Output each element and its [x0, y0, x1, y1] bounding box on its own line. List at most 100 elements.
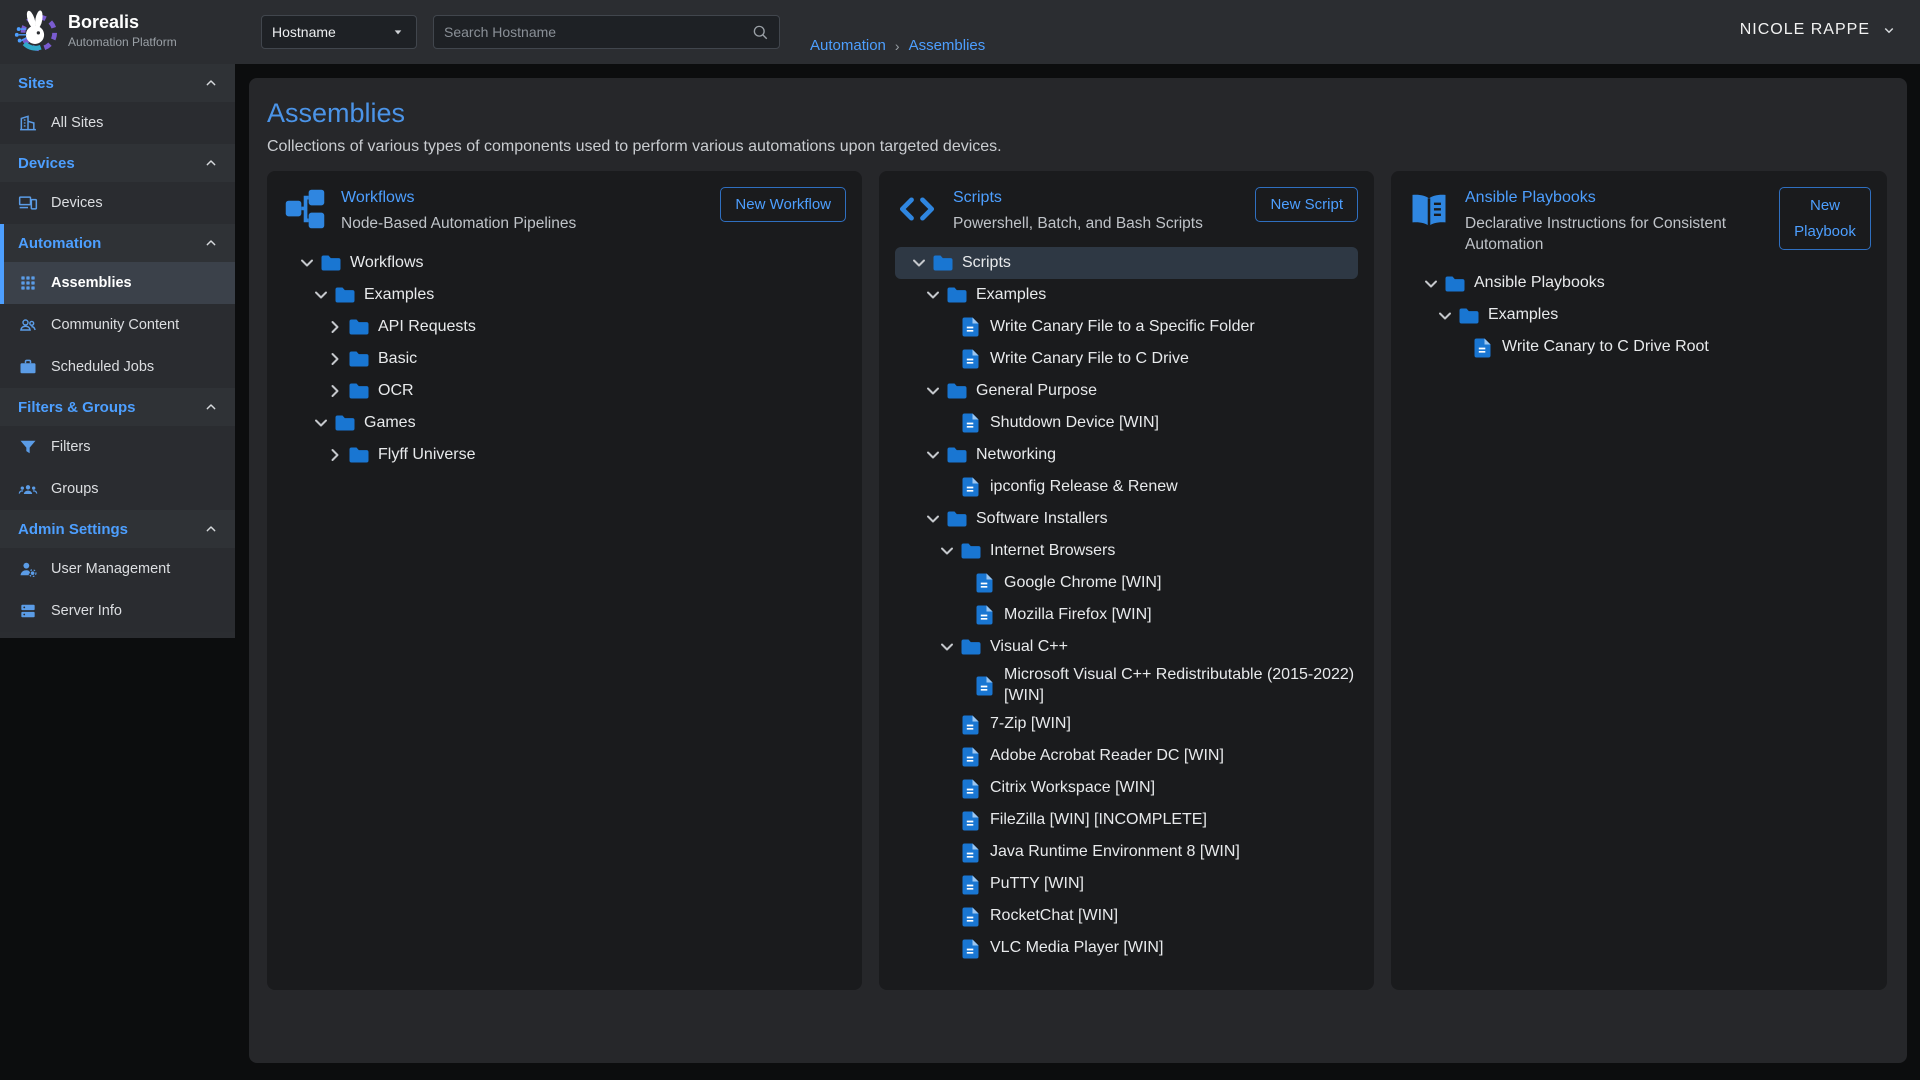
- user-gear-icon: [18, 559, 38, 579]
- chevron-down-icon[interactable]: [935, 635, 959, 659]
- tree-folder-row[interactable]: Internet Browsers: [895, 535, 1358, 567]
- chevron-down-icon[interactable]: [935, 539, 959, 563]
- folder-icon: [347, 347, 371, 371]
- breadcrumb-separator-icon: ›: [895, 38, 900, 54]
- folder-icon: [333, 411, 357, 435]
- tree-file-row[interactable]: FileZilla [WIN] [INCOMPLETE]: [895, 805, 1358, 837]
- card-scripts: ScriptsPowershell, Batch, and Bash Scrip…: [879, 171, 1374, 990]
- chevron-down-icon[interactable]: [295, 251, 319, 275]
- tree-file-row[interactable]: VLC Media Player [WIN]: [895, 933, 1358, 965]
- server-icon: [18, 601, 38, 621]
- tree-file-row[interactable]: Java Runtime Environment 8 [WIN]: [895, 837, 1358, 869]
- sidebar-section-sites[interactable]: Sites: [0, 64, 235, 102]
- tree-folder-row[interactable]: Examples: [1407, 300, 1871, 332]
- chevron-down-icon[interactable]: [921, 443, 945, 467]
- new-script-button[interactable]: New Script: [1255, 187, 1358, 222]
- sidebar-item-devices[interactable]: Devices: [0, 182, 235, 224]
- sidebar-item-filters[interactable]: Filters: [0, 426, 235, 468]
- page-title: Assemblies: [267, 98, 1889, 129]
- tree-file-row[interactable]: Mozilla Firefox [WIN]: [895, 599, 1358, 631]
- tree-file-row[interactable]: ipconfig Release & Renew: [895, 471, 1358, 503]
- chevron-down-icon[interactable]: [921, 379, 945, 403]
- tree-indent-spacer: [949, 571, 973, 595]
- tree-file-row[interactable]: Write Canary to C Drive Root: [1407, 332, 1871, 364]
- user-menu[interactable]: NICOLE RAPPE: [1740, 21, 1898, 39]
- sidebar-item-all-sites[interactable]: All Sites: [0, 102, 235, 144]
- sidebar-item-groups[interactable]: Groups: [0, 468, 235, 510]
- tree-file-row[interactable]: Google Chrome [WIN]: [895, 567, 1358, 599]
- filter-icon: [18, 437, 38, 457]
- tree-folder-row[interactable]: Basic: [283, 343, 846, 375]
- chevron-right-icon[interactable]: [323, 443, 347, 467]
- card-titles: Ansible PlaybooksDeclarative Instruction…: [1465, 187, 1765, 256]
- new-playbook-button[interactable]: New Playbook: [1779, 187, 1871, 250]
- tree-file-row[interactable]: Write Canary File to a Specific Folder: [895, 311, 1358, 343]
- tree-item-label: Adobe Acrobat Reader DC [WIN]: [990, 744, 1224, 769]
- sidebar-item-assemblies[interactable]: Assemblies: [0, 262, 235, 304]
- tree-file-row[interactable]: Citrix Workspace [WIN]: [895, 773, 1358, 805]
- file-icon: [959, 777, 983, 801]
- breadcrumb-automation[interactable]: Automation: [810, 37, 886, 54]
- breadcrumb-assemblies[interactable]: Assemblies: [909, 37, 986, 54]
- sidebar-section-automation[interactable]: Automation: [0, 224, 235, 262]
- tree-folder-row[interactable]: Scripts: [895, 247, 1358, 279]
- hostname-select[interactable]: Hostname: [261, 15, 417, 49]
- tree-item-label: Examples: [1488, 303, 1558, 328]
- tree-file-row[interactable]: 7-Zip [WIN]: [895, 709, 1358, 741]
- sidebar-item-scheduled-jobs[interactable]: Scheduled Jobs: [0, 346, 235, 388]
- card-titles: ScriptsPowershell, Batch, and Bash Scrip…: [953, 187, 1241, 235]
- tree-folder-row[interactable]: Workflows: [283, 247, 846, 279]
- tree-item-label: General Purpose: [976, 379, 1097, 404]
- tree-item-label: Shutdown Device [WIN]: [990, 411, 1159, 436]
- tree-file-row[interactable]: RocketChat [WIN]: [895, 901, 1358, 933]
- sidebar-item-user-management[interactable]: User Management: [0, 548, 235, 590]
- tree-file-row[interactable]: Write Canary File to C Drive: [895, 343, 1358, 375]
- chevron-right-icon[interactable]: [323, 379, 347, 403]
- sidebar-item-server-info[interactable]: Server Info: [0, 590, 235, 632]
- chevron-up-icon: [203, 155, 219, 171]
- book-icon: [1407, 187, 1451, 231]
- chevron-right-icon[interactable]: [323, 315, 347, 339]
- tree-folder-row[interactable]: OCR: [283, 375, 846, 407]
- file-icon: [959, 809, 983, 833]
- sidebar-section-filters-groups[interactable]: Filters & Groups: [0, 388, 235, 426]
- chevron-right-icon[interactable]: [323, 347, 347, 371]
- chevron-down-icon[interactable]: [1433, 304, 1457, 328]
- sidebar-section-devices[interactable]: Devices: [0, 144, 235, 182]
- tree-folder-row[interactable]: Networking: [895, 439, 1358, 471]
- file-icon: [959, 411, 983, 435]
- tree-item-label: RocketChat [WIN]: [990, 904, 1118, 929]
- tree-item-label: PuTTY [WIN]: [990, 872, 1084, 897]
- tree-file-row[interactable]: Microsoft Visual C++ Redistributable (20…: [895, 663, 1358, 709]
- tree-item-label: Write Canary File to a Specific Folder: [990, 315, 1255, 340]
- tree-folder-row[interactable]: Examples: [895, 279, 1358, 311]
- tree-folder-row[interactable]: Visual C++: [895, 631, 1358, 663]
- topbar: Borealis Automation Platform Hostname Au…: [0, 0, 1920, 64]
- tree-file-row[interactable]: PuTTY [WIN]: [895, 869, 1358, 901]
- tree-file-row[interactable]: Shutdown Device [WIN]: [895, 407, 1358, 439]
- tree-folder-row[interactable]: Flyff Universe: [283, 439, 846, 471]
- tree-indent-spacer: [935, 937, 959, 961]
- folder-icon: [1443, 272, 1467, 296]
- tree-folder-row[interactable]: Examples: [283, 279, 846, 311]
- tree-folder-row[interactable]: API Requests: [283, 311, 846, 343]
- chevron-down-icon[interactable]: [921, 507, 945, 531]
- tree-folder-row[interactable]: General Purpose: [895, 375, 1358, 407]
- chevron-down-icon[interactable]: [921, 283, 945, 307]
- sidebar-section-admin-settings[interactable]: Admin Settings: [0, 510, 235, 548]
- new-workflow-button[interactable]: New Workflow: [720, 187, 846, 222]
- tree-folder-row[interactable]: Software Installers: [895, 503, 1358, 535]
- sidebar-item-community-content[interactable]: Community Content: [0, 304, 235, 346]
- chevron-up-icon: [203, 399, 219, 415]
- chevron-up-icon: [203, 75, 219, 91]
- tree-folder-row[interactable]: Games: [283, 407, 846, 439]
- chevron-down-icon[interactable]: [1419, 272, 1443, 296]
- chevron-down-icon[interactable]: [309, 411, 333, 435]
- chevron-down-icon[interactable]: [309, 283, 333, 307]
- tree-folder-row[interactable]: Ansible Playbooks: [1407, 268, 1871, 300]
- chevron-down-icon[interactable]: [907, 251, 931, 275]
- search-hostname-input[interactable]: [444, 24, 751, 40]
- chevron-down-icon: [1880, 21, 1898, 39]
- brand-subtitle: Automation Platform: [68, 35, 177, 49]
- tree-file-row[interactable]: Adobe Acrobat Reader DC [WIN]: [895, 741, 1358, 773]
